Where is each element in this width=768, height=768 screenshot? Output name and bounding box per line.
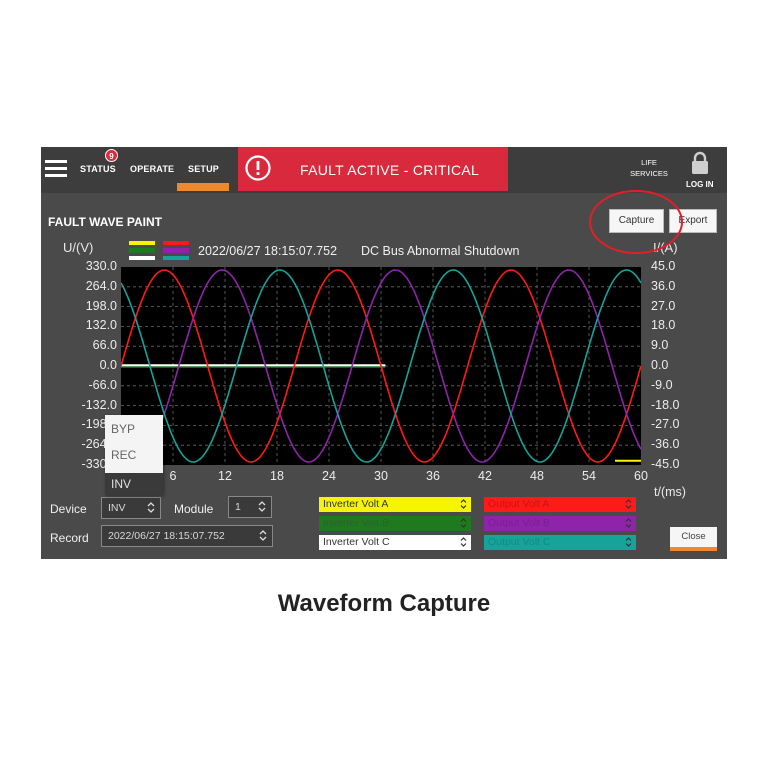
legend-swatch-output-b (163, 248, 189, 253)
x-tick-label: 36 (426, 469, 440, 483)
legend-swatch-inverter-b (129, 248, 155, 253)
module-select[interactable]: 1 (228, 496, 272, 518)
alert-exclamation-icon (245, 155, 271, 181)
y2-tick-label: -9.0 (651, 377, 673, 392)
capture-event: DC Bus Abnormal Shutdown (361, 244, 520, 258)
legend-swatch-inverter-c (129, 256, 155, 260)
signal-select-label: Output Volt B (488, 517, 550, 529)
dropdown-option-rec[interactable]: REC (111, 448, 136, 462)
up-down-chevron-icon (460, 537, 467, 547)
signal-select-inverter-volt-b[interactable]: Inverter Volt B (319, 516, 471, 531)
signal-select-output-volt-b[interactable]: Output Volt B (484, 516, 636, 531)
fault-banner[interactable]: FAULT ACTIVE - CRITICAL (238, 147, 508, 191)
y2-tick-label: 36.0 (651, 278, 676, 293)
panel-title: FAULT WAVE PAINT (48, 215, 162, 229)
y-tick-label: 66.0 (92, 338, 117, 353)
y-tick-label: 264.0 (85, 278, 117, 293)
signal-select-label: Output Volt C (488, 536, 551, 548)
capture-highlight-circle (589, 190, 683, 254)
status-alert-badge: 9 (105, 149, 118, 162)
legend-swatch-inverter-a (129, 241, 155, 245)
x-tick-label: 60 (634, 469, 648, 483)
series-legend-swatches (129, 241, 189, 260)
legend-swatch-output-c (163, 256, 189, 260)
life-services-link[interactable]: LIFE SERVICES (625, 157, 673, 179)
signal-select-label: Output Volt A (488, 498, 550, 510)
module-select-value: 1 (235, 501, 241, 513)
x-tick-label: 30 (374, 469, 388, 483)
x-tick-label: 18 (270, 469, 284, 483)
device-label: Device (50, 502, 87, 516)
signal-select-label: Inverter Volt B (323, 517, 389, 529)
close-button[interactable]: Close (670, 527, 717, 551)
record-select-value: 2022/06/27 18:15:07.752 (108, 530, 225, 542)
y2-tick-label: 0.0 (651, 358, 669, 372)
up-down-chevron-icon (460, 499, 467, 509)
legend-swatch-output-a (163, 241, 189, 245)
up-down-chevron-icon (259, 530, 267, 541)
x-tick-label: 54 (582, 469, 596, 483)
y2-tick-label: 18.0 (651, 318, 676, 333)
record-label: Record (50, 531, 89, 545)
y-tick-label: 198.0 (85, 298, 117, 313)
y2-tick-label: -27.0 (651, 417, 680, 432)
life-services-line1: LIFE (641, 158, 657, 167)
y2-tick-label: -18.0 (651, 397, 680, 412)
lock-icon[interactable] (689, 151, 711, 175)
y2-tick-label: -36.0 (651, 437, 680, 452)
y-tick-label: -66.0 (88, 377, 118, 392)
waveform-plot[interactable] (121, 267, 641, 465)
up-down-chevron-icon (625, 499, 632, 509)
up-down-chevron-icon (625, 518, 632, 528)
y2-tick-label: 45.0 (651, 259, 676, 273)
up-down-chevron-icon (460, 518, 467, 528)
device-select[interactable]: INV (101, 497, 161, 519)
y-tick-label: 132.0 (85, 318, 117, 333)
hamburger-menu-icon[interactable] (45, 160, 67, 178)
nav-status[interactable]: STATUS (80, 164, 116, 174)
active-tab-indicator (177, 183, 229, 191)
y2-tick-label: 27.0 (651, 298, 676, 313)
dropdown-option-inv[interactable]: INV (105, 473, 163, 495)
up-down-chevron-icon (147, 502, 155, 513)
nav-operate[interactable]: OPERATE (130, 164, 174, 174)
y2-tick-label: 9.0 (651, 338, 669, 353)
signal-select-label: Inverter Volt C (323, 536, 390, 548)
time-axis-unit: t/(ms) (654, 485, 686, 499)
caption-title: Waveform Capture (277, 590, 491, 617)
close-button-accent (670, 547, 717, 551)
dropdown-option-byp[interactable]: BYP (111, 422, 135, 436)
x-tick-label: 12 (218, 469, 232, 483)
nav-setup[interactable]: SETUP (188, 164, 219, 174)
signal-select-inverter-volt-c[interactable]: Inverter Volt C (319, 535, 471, 550)
up-down-chevron-icon (258, 501, 266, 512)
close-button-label: Close (681, 531, 706, 542)
x-tick-label: 48 (530, 469, 544, 483)
device-dropdown-menu: BYP REC INV (105, 415, 163, 495)
login-label[interactable]: LOG IN (686, 180, 714, 189)
device-select-value: INV (108, 502, 126, 514)
capture-timestamp: 2022/06/27 18:15:07.752 (198, 244, 338, 258)
y-tick-label: 0.0 (99, 358, 117, 372)
signal-select-output-volt-a[interactable]: Output Volt A (484, 497, 636, 512)
up-down-chevron-icon (625, 537, 632, 547)
left-axis-unit: U/(V) (63, 240, 94, 255)
signal-select-label: Inverter Volt A (323, 498, 389, 510)
life-services-line2: SERVICES (630, 169, 668, 178)
y-tick-label: 330.0 (85, 259, 117, 273)
signal-select-output-volt-c[interactable]: Output Volt C (484, 535, 636, 550)
y-tick-label: -132.0 (81, 397, 117, 412)
signal-select-inverter-volt-a[interactable]: Inverter Volt A (319, 497, 471, 512)
module-label: Module (174, 502, 214, 516)
x-tick-label: 24 (322, 469, 336, 483)
fault-banner-text: FAULT ACTIVE - CRITICAL (300, 162, 480, 178)
record-select[interactable]: 2022/06/27 18:15:07.752 (101, 525, 273, 547)
x-tick-label: 42 (478, 469, 492, 483)
